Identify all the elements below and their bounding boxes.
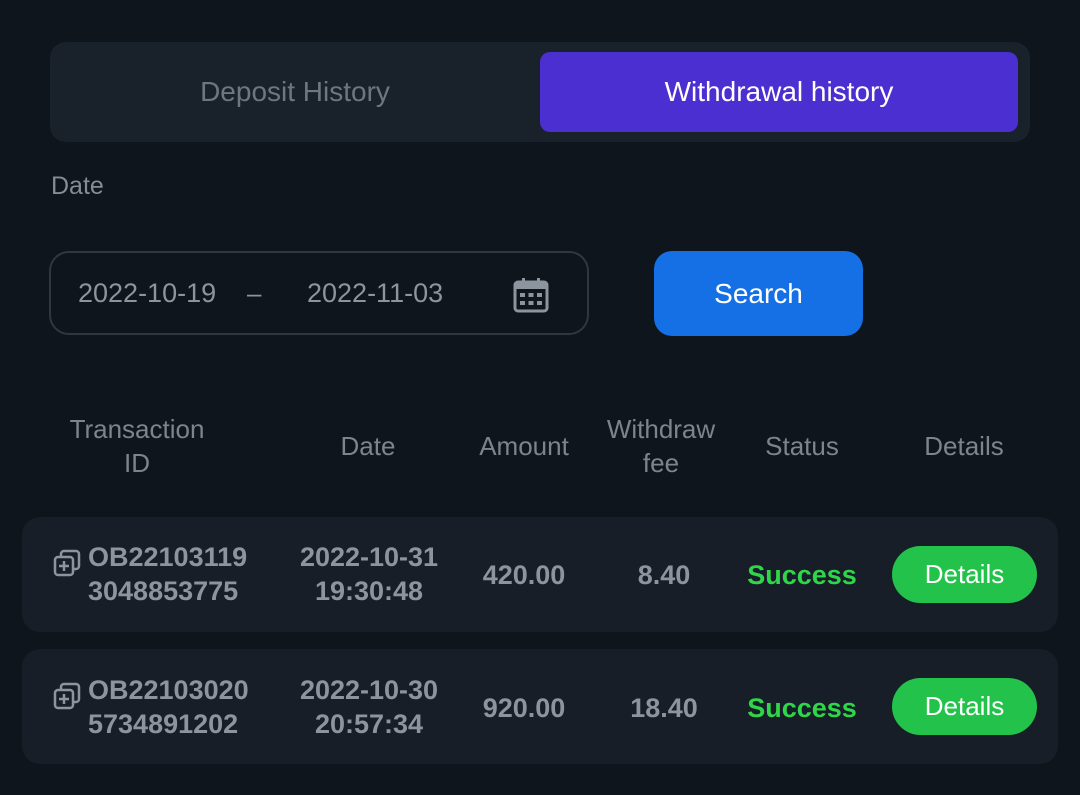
header-txid-line1: Transaction — [69, 414, 205, 444]
copy-icon[interactable] — [53, 682, 81, 710]
header-fee-line1: Withdraw — [606, 414, 716, 444]
status-text: Success — [747, 560, 857, 590]
details-button[interactable]: Details — [892, 678, 1037, 735]
transaction-id-line1: OB22103119 — [88, 542, 248, 572]
transaction-amount: 420.00 — [482, 560, 566, 590]
header-date: Date — [340, 431, 396, 461]
transaction-id-line2: 3048853775 — [88, 576, 239, 606]
calendar-icon[interactable] — [513, 277, 549, 313]
tab-withdrawal-history[interactable]: Withdrawal history — [540, 52, 1018, 132]
transaction-id: OB22103020 5734891202 — [88, 673, 249, 741]
header-status: Status — [765, 431, 839, 461]
header-txid-line2: ID — [124, 448, 150, 478]
transaction-id-line2: 5734891202 — [88, 709, 239, 739]
transaction-id-line1: OB22103020 — [88, 675, 249, 705]
header-amount: Amount — [479, 431, 569, 461]
date-filter-label: Date — [51, 172, 104, 200]
transaction-date-line2: 19:30:48 — [314, 576, 424, 606]
header-details: Details — [924, 431, 1004, 461]
transaction-date-line1: 2022-10-31 — [299, 542, 439, 572]
history-tabs: Deposit History Withdrawal history — [50, 42, 1030, 142]
header-fee-line2: fee — [642, 448, 680, 478]
status-text: Success — [747, 693, 857, 723]
table-row: OB22103119 3048853775 2022-10-31 19:30:4… — [22, 517, 1058, 632]
transaction-id: OB22103119 3048853775 — [88, 540, 247, 608]
date-from-value[interactable]: 2022-10-19 — [78, 278, 216, 309]
withdraw-fee: 18.40 — [630, 693, 698, 723]
header-withdraw-fee: Withdraw fee — [592, 412, 730, 480]
withdrawal-history-page: Deposit History Withdrawal history Date … — [0, 0, 1080, 795]
search-button[interactable]: Search — [654, 251, 863, 336]
transaction-date: 2022-10-31 19:30:48 — [284, 540, 454, 608]
transaction-date-line2: 20:57:34 — [314, 709, 424, 739]
copy-icon[interactable] — [53, 549, 81, 577]
date-range-separator: – — [247, 277, 262, 308]
details-button[interactable]: Details — [892, 546, 1037, 603]
transaction-date-line1: 2022-10-30 — [299, 675, 439, 705]
withdraw-fee: 8.40 — [637, 560, 691, 590]
header-transaction-id: Transaction ID — [52, 412, 222, 480]
date-range-picker[interactable]: 2022-10-19 – 2022-11-03 — [49, 251, 589, 335]
table-row: OB22103020 5734891202 2022-10-30 20:57:3… — [22, 649, 1058, 764]
transaction-date: 2022-10-30 20:57:34 — [284, 673, 454, 741]
tab-deposit-history[interactable]: Deposit History — [50, 52, 540, 132]
date-to-value[interactable]: 2022-11-03 — [307, 278, 443, 309]
transaction-amount: 920.00 — [482, 693, 566, 723]
